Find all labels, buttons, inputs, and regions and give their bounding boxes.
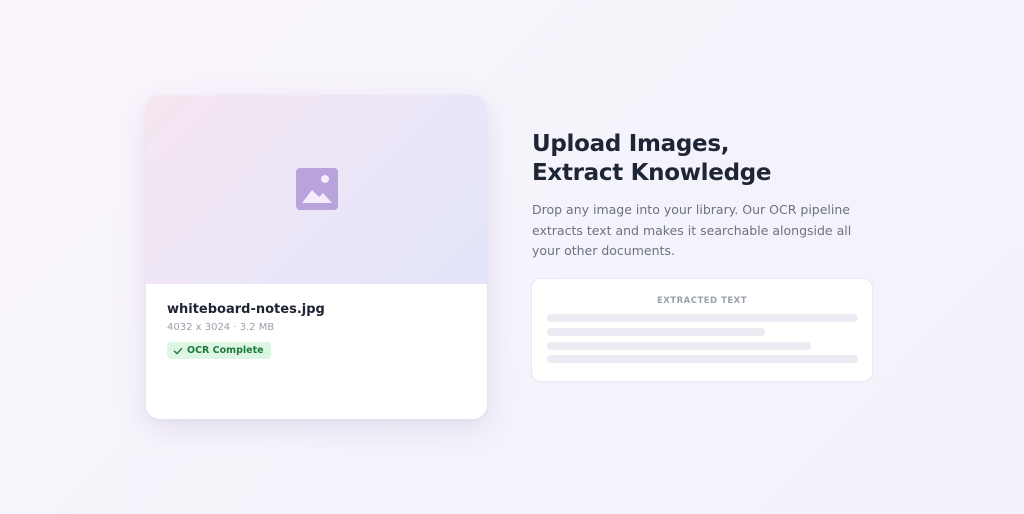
file-meta: 4032 x 3024 · 3.2 MB	[167, 322, 275, 333]
ocr-status-label: OCR Complete	[187, 345, 264, 356]
hero-description: Drop any image into your library. Our OC…	[532, 202, 852, 258]
image-icon	[296, 168, 338, 210]
text-placeholder-line	[547, 355, 858, 363]
image-preview	[146, 95, 487, 284]
hero-title-line-2: Extract Knowledge	[532, 160, 772, 186]
hero-title: Upload Images, Extract Knowledge	[532, 130, 952, 188]
ocr-status-badge: OCR Complete	[167, 342, 271, 359]
extracted-text-label: EXTRACTED TEXT	[656, 296, 748, 306]
text-placeholder-line	[547, 328, 765, 336]
extracted-text-panel: EXTRACTED TEXT	[531, 278, 873, 382]
file-name: whiteboard-notes.jpg	[167, 302, 325, 317]
text-placeholder-line	[547, 342, 811, 350]
file-info: whiteboard-notes.jpg 4032 x 3024 · 3.2 M…	[167, 302, 467, 360]
image-file-card[interactable]: whiteboard-notes.jpg 4032 x 3024 · 3.2 M…	[146, 95, 487, 419]
hero-title-line-1: Upload Images,	[532, 131, 730, 157]
text-placeholder-line	[547, 314, 858, 322]
check-icon	[173, 347, 183, 354]
